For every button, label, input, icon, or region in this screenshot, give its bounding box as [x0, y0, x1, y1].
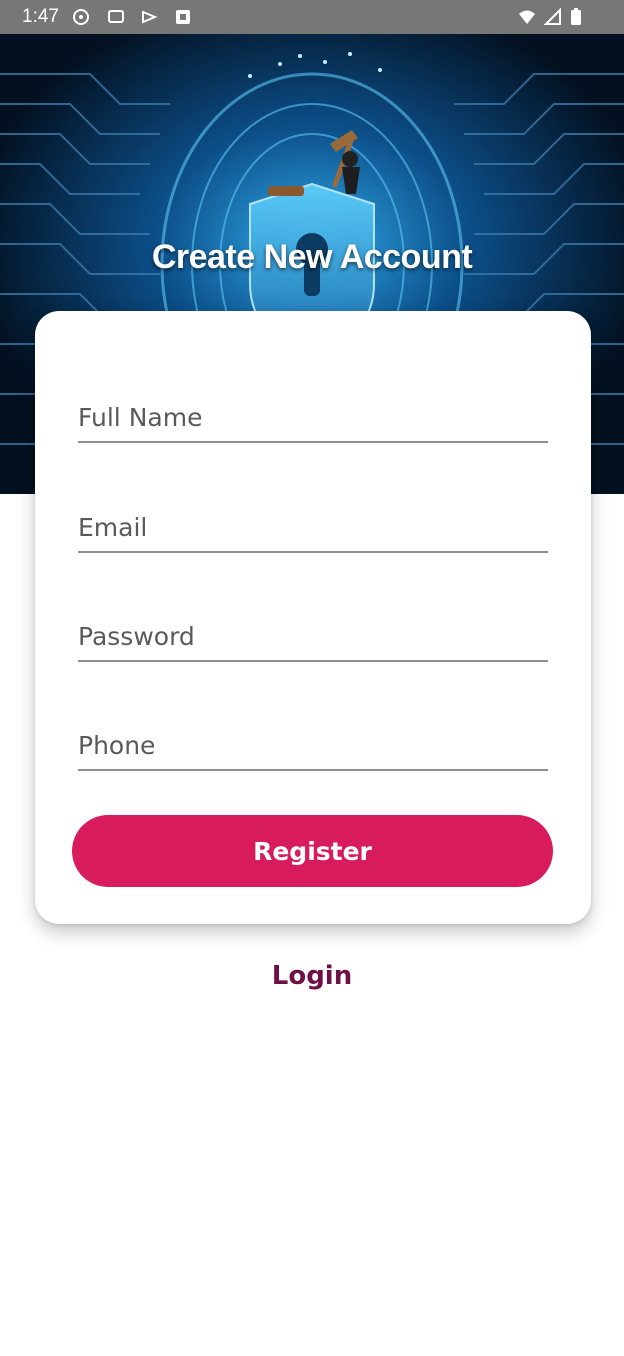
page-title: Create New Account [151, 238, 473, 276]
wifi-icon [519, 10, 535, 24]
phone-input[interactable] [78, 725, 548, 771]
message-icon [108, 10, 124, 23]
sync-icon [73, 9, 89, 25]
login-link[interactable]: Login [0, 961, 624, 991]
notification-box-icon [176, 10, 190, 24]
status-bar: 1:47 [0, 0, 624, 34]
registration-card: Register [35, 311, 591, 924]
email-input[interactable] [78, 507, 548, 553]
status-time: 1:47 [22, 6, 59, 27]
full-name-input[interactable] [78, 397, 548, 443]
cast-icon [142, 10, 158, 24]
battery-icon [571, 8, 581, 25]
register-button[interactable]: Register [72, 815, 553, 887]
signal-icon [544, 8, 561, 25]
password-input[interactable] [78, 616, 548, 662]
